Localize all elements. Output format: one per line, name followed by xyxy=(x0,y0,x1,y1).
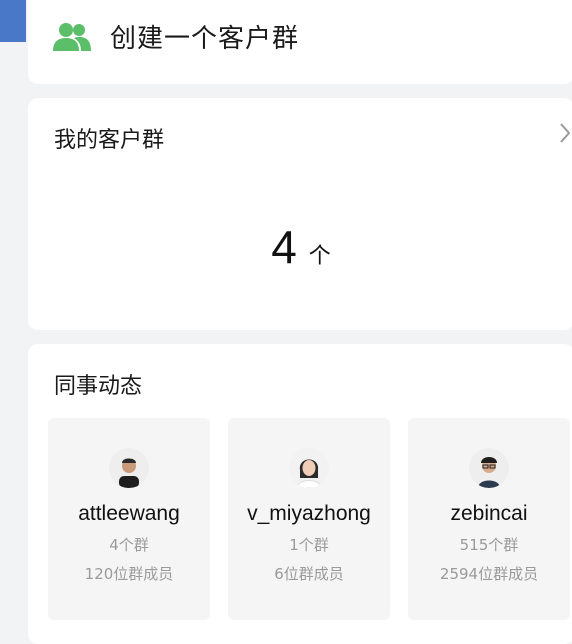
colleague-name: v_miyazhong xyxy=(247,502,371,525)
colleague-activity-title: 同事动态 xyxy=(54,374,143,399)
group-count-unit: 个 xyxy=(308,244,331,269)
colleague-tile[interactable]: zebincai 515个群 2594位群成员 xyxy=(408,418,570,620)
create-group-card[interactable]: 创建一个客户群 xyxy=(28,0,572,84)
group-count-number: 4 xyxy=(271,221,297,273)
colleague-group-count: 4个群 xyxy=(109,536,149,554)
group-count: 4 个 xyxy=(28,220,572,274)
my-groups-card[interactable]: 我的客户群 4 个 xyxy=(28,98,572,330)
avatar xyxy=(289,448,329,488)
colleague-member-count: 120位群成员 xyxy=(84,565,174,583)
colleague-name: zebincai xyxy=(450,502,528,525)
colleague-tile[interactable]: v_miyazhong 1个群 6位群成员 xyxy=(228,418,390,620)
colleague-activity-card: 同事动态 attleewang 4个群 120位群成员 v_miyazhong … xyxy=(28,344,572,644)
left-edge xyxy=(0,0,26,628)
create-group-label: 创建一个客户群 xyxy=(110,24,300,54)
left-accent-bar xyxy=(0,0,26,42)
colleague-name: attleewang xyxy=(78,502,180,525)
colleague-group-count: 515个群 xyxy=(459,536,519,554)
my-groups-title: 我的客户群 xyxy=(54,128,165,153)
avatar xyxy=(109,448,149,488)
colleague-group-count: 1个群 xyxy=(289,536,329,554)
colleague-tile[interactable]: attleewang 4个群 120位群成员 xyxy=(48,418,210,620)
colleague-member-count: 6位群成员 xyxy=(274,565,344,583)
create-group-row[interactable]: 创建一个客户群 xyxy=(52,18,299,55)
users-icon xyxy=(53,22,91,51)
chevron-right-icon[interactable] xyxy=(556,120,572,146)
colleague-member-count: 2594位群成员 xyxy=(439,565,539,583)
avatar xyxy=(469,448,509,488)
